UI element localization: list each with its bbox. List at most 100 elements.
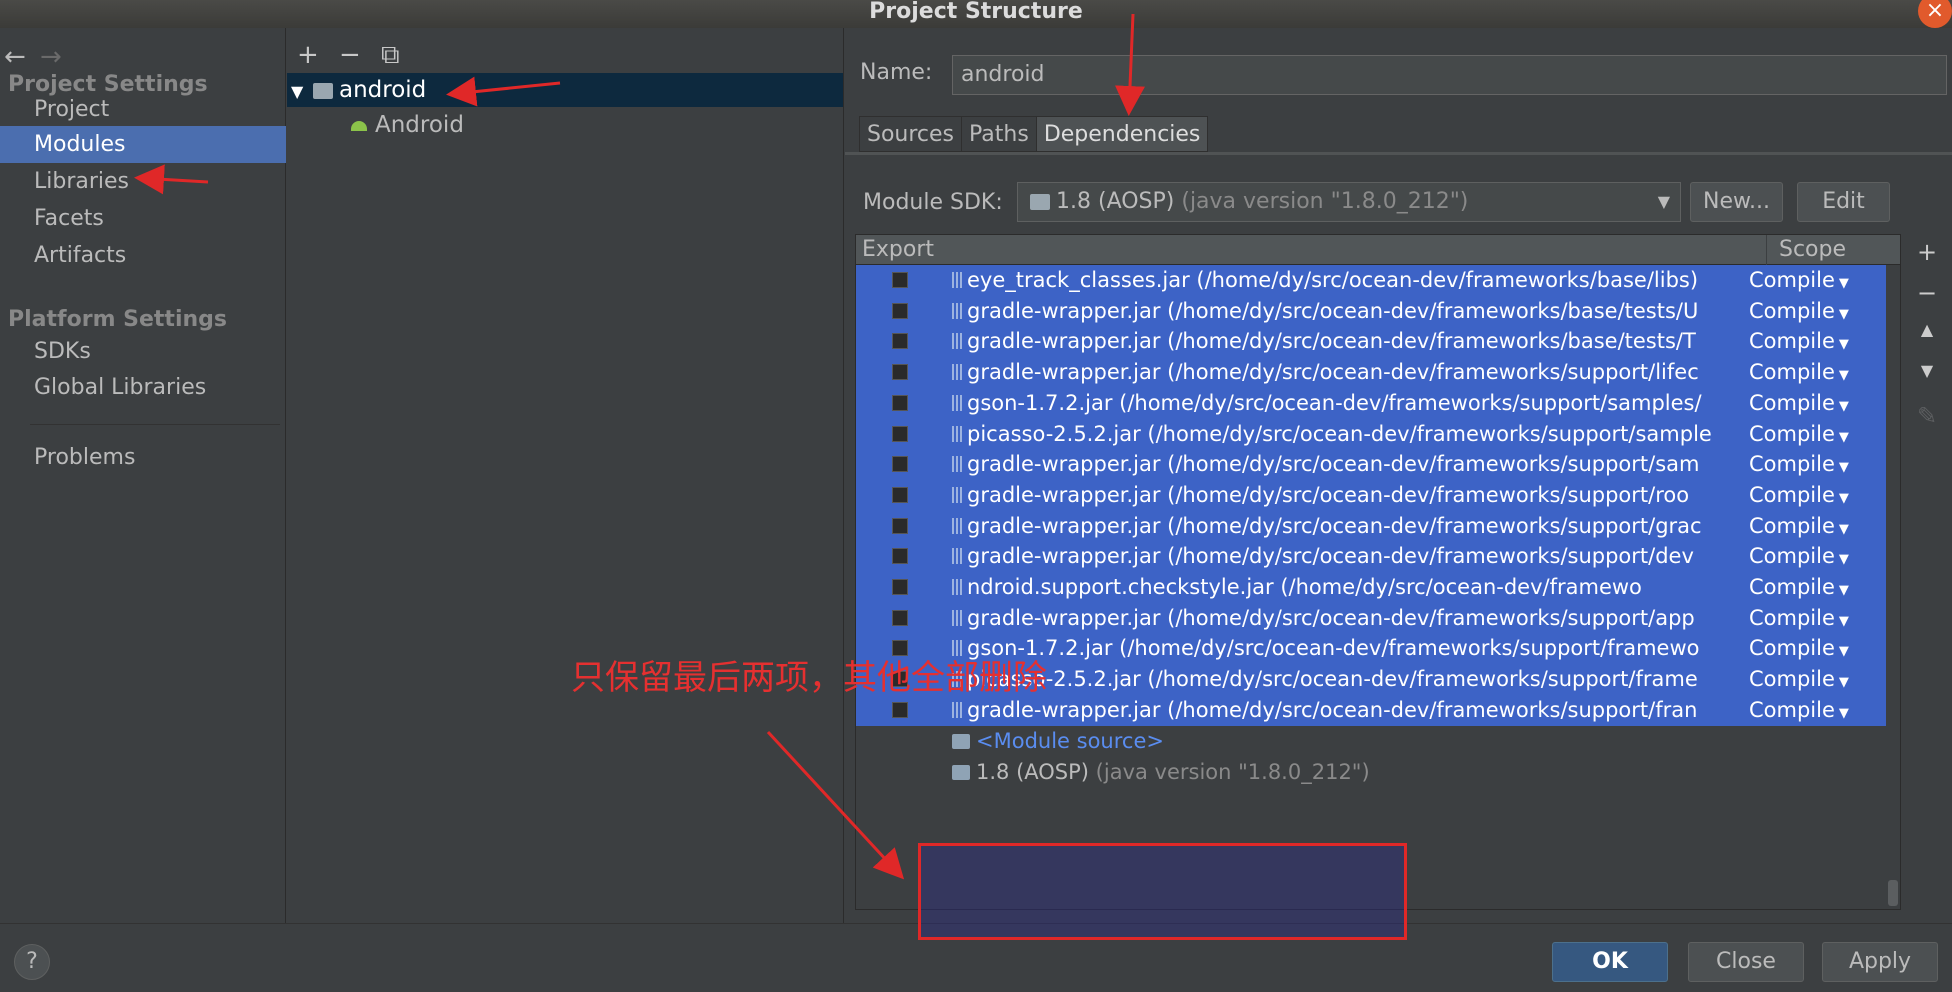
column-export[interactable]: Export [862, 235, 934, 265]
tree-toolbar: + − ⧉ [297, 40, 423, 71]
scope-select[interactable]: Compile ▼ [1749, 541, 1879, 575]
scope-select[interactable]: Compile ▼ [1749, 633, 1879, 667]
jar-icon [952, 364, 962, 381]
apply-button[interactable]: Apply [1822, 942, 1938, 982]
edit-sdk-button[interactable]: Edit [1797, 182, 1890, 222]
tree-item-android-module[interactable]: ▼ android [287, 73, 843, 107]
table-row[interactable]: gradle-wrapper.jar (/home/dy/src/ocean-d… [856, 694, 1886, 729]
scope-select[interactable]: Compile ▼ [1749, 326, 1879, 360]
sidebar-item-problems[interactable]: Problems [0, 439, 286, 476]
sdk-entry-detail: (java version "1.8.0_212") [1095, 760, 1370, 784]
table-row[interactable]: gradle-wrapper.jar (/home/dy/src/ocean-d… [856, 541, 1886, 575]
move-down-icon[interactable]: ▼ [1910, 361, 1944, 402]
new-sdk-button[interactable]: New... [1690, 182, 1783, 222]
table-row[interactable]: gson-1.7.2.jar (/home/dy/src/ocean-dev/f… [856, 387, 1886, 422]
export-checkbox[interactable] [892, 333, 908, 350]
scope-select[interactable]: Compile ▼ [1749, 664, 1879, 698]
chevron-down-icon: ▼ [1838, 337, 1849, 353]
export-checkbox[interactable] [892, 425, 908, 442]
copy-icon[interactable]: ⧉ [381, 40, 423, 71]
edit-pencil-icon[interactable]: ✎ [1910, 402, 1944, 443]
table-row[interactable]: gradle-wrapper.jar (/home/dy/src/ocean-d… [856, 449, 1886, 483]
export-checkbox[interactable] [892, 272, 908, 288]
export-checkbox[interactable] [892, 364, 908, 381]
scrollbar-thumb[interactable] [1888, 880, 1898, 906]
move-up-icon[interactable]: ▲ [1910, 320, 1944, 361]
sidebar-item-facets[interactable]: Facets [0, 200, 286, 237]
scope-value: Compile [1749, 605, 1835, 630]
sidebar-item-sdks[interactable]: SDKs [0, 333, 286, 370]
table-row-sdk[interactable]: 1.8 (AOSP) (java version "1.8.0_212") [856, 757, 1886, 788]
table-row[interactable]: ndroid.support.checkstyle.jar (/home/dy/… [856, 572, 1886, 603]
scope-select[interactable]: Compile ▼ [1749, 449, 1879, 483]
jar-icon [952, 548, 962, 565]
scope-select[interactable]: Compile ▼ [1749, 511, 1879, 545]
remove-icon[interactable]: − [339, 40, 381, 70]
table-header: Export Scope [856, 235, 1900, 265]
export-checkbox[interactable] [892, 579, 908, 595]
tree-item-android-facet[interactable]: Android [287, 108, 843, 142]
jar-icon [952, 302, 962, 319]
table-row-module-source[interactable]: <Module source> [856, 726, 1886, 757]
table-row[interactable]: gradle-wrapper.jar (/home/dy/src/ocean-d… [856, 357, 1886, 391]
sidebar-item-modules[interactable]: Modules [0, 126, 286, 163]
table-row[interactable]: gradle-wrapper.jar (/home/dy/src/ocean-d… [856, 602, 1886, 637]
scope-select[interactable]: Compile ▼ [1749, 265, 1879, 299]
export-checkbox[interactable] [892, 486, 908, 503]
scope-select[interactable]: Compile ▼ [1749, 388, 1879, 422]
window-title: Project Structure [869, 0, 1083, 24]
export-checkbox[interactable] [892, 548, 908, 565]
table-row[interactable]: gradle-wrapper.jar (/home/dy/src/ocean-d… [856, 479, 1886, 514]
table-row[interactable]: gradle-wrapper.jar (/home/dy/src/ocean-d… [856, 510, 1886, 545]
table-row[interactable]: gradle-wrapper.jar (/home/dy/src/ocean-d… [856, 326, 1886, 360]
module-sdk-select[interactable]: 1.8 (AOSP) (java version "1.8.0_212") ▼ [1017, 182, 1681, 222]
table-row[interactable]: gradle-wrapper.jar (/home/dy/src/ocean-d… [856, 295, 1886, 330]
add-dependency-icon[interactable]: + [1910, 238, 1944, 279]
scope-value: Compile [1749, 575, 1835, 599]
table-side-toolbar: + − ▲ ▼ ✎ [1910, 238, 1944, 443]
tab-dependencies[interactable]: Dependencies [1035, 116, 1209, 152]
scope-select[interactable]: Compile ▼ [1749, 419, 1879, 453]
scope-value: Compile [1749, 513, 1835, 538]
scope-select[interactable]: Compile ▼ [1749, 572, 1879, 606]
sidebar-item-global-libraries[interactable]: Global Libraries [0, 369, 286, 406]
tab-sources[interactable]: Sources [859, 116, 963, 152]
sidebar-item-libraries[interactable]: Libraries [0, 163, 286, 200]
add-icon[interactable]: + [297, 40, 339, 70]
sdk-detail: (java version "1.8.0_212") [1181, 189, 1469, 214]
scope-select[interactable]: Compile ▼ [1749, 603, 1879, 637]
name-field[interactable]: android [952, 55, 1947, 95]
export-checkbox[interactable] [892, 701, 908, 718]
column-scope[interactable]: Scope [1766, 235, 1858, 265]
export-checkbox[interactable] [892, 517, 908, 534]
tab-paths[interactable]: Paths [961, 116, 1037, 152]
export-checkbox[interactable] [892, 302, 908, 319]
forward-arrow-icon[interactable]: → [40, 42, 76, 72]
expand-arrow-icon[interactable]: ▼ [287, 75, 313, 109]
sidebar-item-project[interactable]: Project [0, 91, 286, 128]
table-row[interactable]: picasso-2.5.2.jar (/home/dy/src/ocean-de… [856, 418, 1886, 453]
scope-value: Compile [1749, 697, 1835, 722]
dependencies-table: Export Scope eye_track_classes.jar (/hom… [855, 234, 1901, 910]
scope-select[interactable]: Compile ▼ [1749, 480, 1879, 514]
export-checkbox[interactable] [892, 394, 908, 411]
back-arrow-icon[interactable]: ← [4, 42, 40, 72]
ok-button[interactable]: OK [1552, 942, 1668, 982]
help-button[interactable]: ? [14, 944, 50, 980]
remove-dependency-icon[interactable]: − [1910, 279, 1944, 320]
table-row[interactable]: eye_track_classes.jar (/home/dy/src/ocea… [856, 265, 1886, 296]
chevron-down-icon: ▼ [1838, 644, 1849, 660]
sidebar-item-artifacts[interactable]: Artifacts [0, 237, 286, 274]
export-checkbox[interactable] [892, 456, 908, 473]
sdk-folder-icon [1030, 194, 1050, 210]
chevron-down-icon: ▼ [1838, 398, 1849, 414]
export-checkbox[interactable] [892, 609, 908, 626]
close-button[interactable]: Close [1688, 942, 1804, 982]
scope-select[interactable]: Compile ▼ [1749, 296, 1879, 330]
scope-select[interactable]: Compile ▼ [1749, 357, 1879, 391]
chevron-down-icon: ▼ [1838, 429, 1849, 445]
chevron-down-icon: ▼ [1657, 192, 1670, 211]
scope-select[interactable]: Compile ▼ [1749, 695, 1879, 729]
table-scrollbar[interactable] [1886, 265, 1900, 909]
jar-icon [952, 609, 962, 626]
